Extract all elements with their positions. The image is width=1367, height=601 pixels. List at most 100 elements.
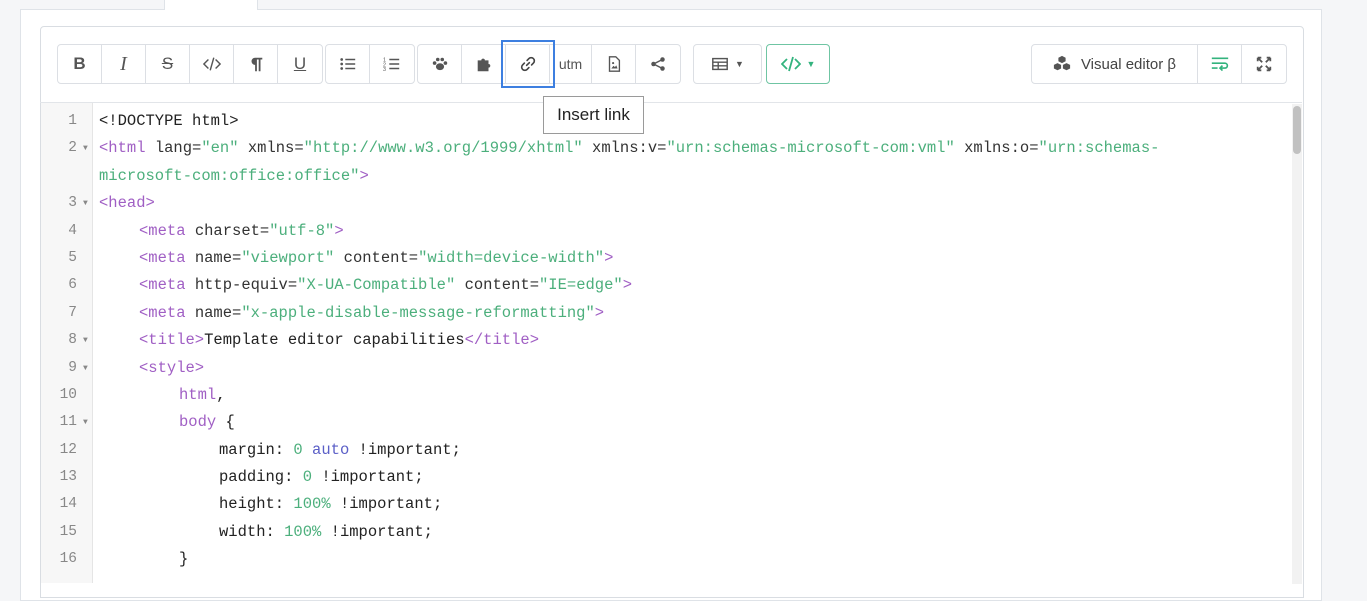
- code-token: <meta: [139, 221, 195, 240]
- code-token: html: [179, 385, 217, 404]
- code-text: html,: [179, 382, 226, 409]
- code-token: 100%: [284, 522, 322, 541]
- fold-arrow-icon[interactable]: ▼: [83, 135, 88, 162]
- line-number: 15: [59, 523, 77, 540]
- code-text: <html lang="en" xmlns="http://www.w3.org…: [99, 135, 1159, 162]
- code-token: "IE=edge": [539, 276, 623, 295]
- code-text: height: 100% !important;: [219, 491, 442, 518]
- line-number: 5: [68, 249, 77, 266]
- code-text: <meta charset="utf-8">: [139, 218, 344, 245]
- format-button-group: B I S U: [57, 44, 323, 84]
- code-line[interactable]: 11 ▼ body {: [41, 409, 1291, 436]
- code-token: <meta: [139, 248, 195, 267]
- plugin-button[interactable]: [462, 45, 506, 83]
- code-line[interactable]: 8 ▼ <title>Template editor capabilities</t…: [41, 327, 1291, 354]
- vertical-scrollbar[interactable]: [1292, 104, 1302, 584]
- code-token: !important;: [349, 440, 461, 459]
- code-line[interactable]: 12 margin: 0 auto !important;: [41, 437, 1291, 464]
- code-text: <!DOCTYPE html>: [99, 108, 239, 135]
- paw-button[interactable]: [418, 45, 462, 83]
- code-token: <head>: [99, 194, 155, 213]
- italic-button[interactable]: I: [102, 45, 146, 83]
- code-line[interactable]: 10 html,: [41, 382, 1291, 409]
- code-token: <style>: [139, 358, 205, 377]
- code-view-dropdown[interactable]: ▼: [766, 44, 830, 84]
- code-line[interactable]: 4 <meta charset="utf-8">: [41, 218, 1291, 245]
- code-line[interactable]: 5 <meta name="viewport" content="width=de…: [41, 245, 1291, 272]
- fold-arrow-icon[interactable]: ▼: [83, 327, 88, 354]
- code-line[interactable]: 2 ▼ <html lang="en" xmlns="http://www.w3.o…: [41, 135, 1291, 162]
- code-icon: [780, 56, 801, 72]
- share-button[interactable]: [636, 45, 680, 83]
- code-token: </title>: [464, 331, 539, 350]
- active-tab[interactable]: [164, 0, 258, 10]
- code-token: name=: [194, 248, 242, 267]
- code-token: 0: [293, 440, 303, 459]
- code-line[interactable]: 14 height: 100% !important;: [41, 491, 1291, 518]
- utm-button[interactable]: utm: [550, 45, 592, 83]
- code-token: charset=: [194, 221, 270, 240]
- code-token: xmlns:o=: [954, 139, 1039, 158]
- share-icon: [651, 57, 665, 71]
- insert-link-button[interactable]: [501, 40, 555, 88]
- fold-arrow-icon[interactable]: ▼: [83, 355, 88, 382]
- line-number: 7: [68, 304, 77, 321]
- code-line[interactable]: microsoft-com:office:office">: [41, 163, 1291, 190]
- code-line[interactable]: 13 padding: 0 !important;: [41, 464, 1291, 491]
- code-token: }: [179, 550, 189, 569]
- code-token: content=: [455, 276, 539, 295]
- code-line[interactable]: 9 ▼ <style>: [41, 355, 1291, 382]
- code-editor[interactable]: 1 <!DOCTYPE html> 2 ▼ <html lang="en" xmlns=…: [41, 108, 1291, 574]
- insert-image-button[interactable]: [592, 45, 636, 83]
- code-token: "x-apple-disable-message-reformatting": [241, 303, 595, 322]
- code-inline-button[interactable]: [190, 45, 234, 83]
- paragraph-button[interactable]: [234, 45, 278, 83]
- visual-editor-button[interactable]: Visual editor β: [1032, 45, 1198, 83]
- numbered-list-button[interactable]: 123: [370, 45, 414, 83]
- code-line[interactable]: 7 <meta name="x-apple-disable-message-ref…: [41, 300, 1291, 327]
- code-token: Template editor capabilities: [204, 331, 465, 350]
- code-token: >: [594, 303, 605, 322]
- code-token: >: [604, 248, 614, 267]
- strikethrough-button[interactable]: S: [146, 45, 190, 83]
- bold-button[interactable]: B: [58, 45, 102, 83]
- line-number: 11: [59, 414, 77, 431]
- code-token: <title>: [139, 331, 205, 350]
- wrap-lines-button[interactable]: [1198, 45, 1242, 83]
- paw-icon: [432, 57, 447, 71]
- line-number: 16: [59, 551, 77, 568]
- code-token: 100%: [293, 495, 331, 514]
- link-icon: [520, 56, 535, 72]
- scrollbar-thumb[interactable]: [1293, 106, 1301, 154]
- fold-arrow-icon[interactable]: ▼: [83, 409, 88, 436]
- table-icon: [712, 57, 728, 71]
- line-number: 3: [68, 195, 77, 212]
- code-line[interactable]: 15 width: 100% !important;: [41, 519, 1291, 546]
- code-token: name=: [194, 303, 242, 322]
- code-token: "width=device-width": [418, 248, 605, 267]
- code-token: "en": [201, 139, 239, 158]
- code-token: height:: [219, 495, 294, 514]
- code-token: auto: [302, 440, 350, 459]
- line-number: 10: [59, 386, 77, 403]
- code-line[interactable]: 1 <!DOCTYPE html>: [41, 108, 1291, 135]
- underline-button[interactable]: U: [278, 45, 322, 83]
- bullet-list-button[interactable]: [326, 45, 370, 83]
- table-button[interactable]: ▼: [694, 45, 761, 83]
- code-token: <!DOCTYPE html>: [99, 112, 239, 130]
- svg-text:3: 3: [383, 67, 386, 73]
- line-number: 8: [68, 332, 77, 349]
- view-button-group: Visual editor β: [1031, 44, 1287, 84]
- fold-arrow-icon[interactable]: ▼: [83, 190, 88, 217]
- table-dropdown[interactable]: ▼: [693, 44, 762, 84]
- code-token: <meta: [139, 276, 195, 295]
- line-number: 13: [59, 469, 77, 486]
- fullscreen-button[interactable]: [1242, 45, 1286, 83]
- code-line[interactable]: 16}: [41, 546, 1291, 573]
- code-token: http-equiv=: [194, 276, 298, 295]
- code-line[interactable]: 6 <meta http-equiv="X-UA-Compatible" cont…: [41, 272, 1291, 299]
- code-token: lang=: [154, 139, 202, 158]
- code-token: body: [179, 413, 217, 432]
- code-token: "http://www.w3.org/1999/xhtml": [303, 139, 583, 158]
- code-line[interactable]: 3 ▼ <head>: [41, 190, 1291, 217]
